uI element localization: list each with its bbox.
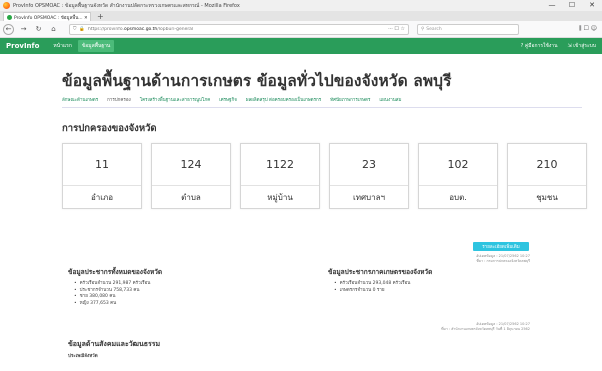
search-field[interactable]: ⚲ Search [417,23,519,35]
address-bar[interactable]: ⛉ 🔒 https://provinfo.opsmoac.go.th/lopbu… [69,23,409,35]
search-icon: ⚲ [421,26,425,32]
back-arrow-icon[interactable]: ← [3,23,14,35]
subnav-item-scenery[interactable]: ทัศนียภาพการเกษตร [330,96,370,103]
subnav-item-plans[interactable]: แผนงานสม [379,96,401,103]
login-link[interactable]: ⇲ เข้าสู่ระบบ [568,42,596,50]
population-all: ข้อมูลประชากรทั้งหมดของจังหวัด ครัวเรือน… [68,267,162,307]
stat-card-district: 11 อำเภอ [62,143,142,209]
list-item: เกษตรกรจำนวน 0 ราย [328,288,432,295]
stat-label: เทศบาลฯ [352,193,386,202]
lock-icon: 🔒 [79,26,85,32]
update-info-population: อัปเดตข้อมูล : 21/07/2562 10:27 ที่มา : … [441,322,530,332]
forward-arrow-icon[interactable]: → [18,25,29,33]
population-agri: ข้อมูลประชากรภาคเกษตรของจังหวัด ครัวเรือ… [328,267,432,294]
stat-value: 11 [63,144,141,186]
stat-cards: 11 อำเภอ 124 ตำบล 1122 หมู่บ้าน 23 เทศบา… [62,143,587,209]
browser-toolbar: ← → ↻ ⌂ ⛉ 🔒 https://provinfo.opsmoac.go.… [0,21,602,38]
stat-label: อำเภอ [90,193,114,202]
search-placeholder: Search [426,26,442,32]
site-favicon-icon [7,14,12,20]
stat-value: 1122 [241,144,319,186]
tab-strip: ProvInfo OPSMOAC : ข้อมูลพื้น... ✕ + [0,11,602,21]
url-text: https://provinfo.opsmoac.go.th/lopburi-g… [88,27,385,32]
url-domain: opsmoac.go.th [123,26,158,32]
stat-label: อบต. [449,193,467,202]
population-all-title: ข้อมูลประชากรทั้งหมดของจังหวัด [68,268,163,276]
home-icon[interactable]: ⌂ [48,25,59,33]
list-item: หญิง 377,653 คน [68,301,162,308]
stat-value: 23 [330,144,408,186]
section-tradition-subtitle: ประเพณีจังหวัด [68,354,98,359]
more-details-button[interactable]: รายละเอียดเพิ่มเติม [473,242,529,251]
window-titlebar: ProvInfo OPSMOAC : ข้อมูลพื้นฐานจังหวัด … [0,0,602,11]
url-suffix: /lopburi-general [157,26,194,32]
window-controls: — ☐ ✕ [542,0,602,11]
stat-card-village: 1122 หมู่บ้าน [240,143,320,209]
section-title: การปกครองของจังหวัด [62,123,157,134]
page-content: ข้อมูลพื้นฐานด้านการเกษตร ข้อมูลทั่วไปขอ… [62,71,587,359]
url-prefix: https://provinfo. [87,26,124,32]
stat-label: ชุมชน [536,193,558,202]
new-tab-button[interactable]: + [97,12,104,21]
toolbar-icons[interactable]: ⫼ ☐ ☺ [579,25,599,33]
shield-icon: ⛉ [73,27,77,32]
population-agri-title: ข้อมูลประชากรภาคเกษตรของจังหวัด [328,268,433,276]
stat-card-municipality: 23 เทศบาลฯ [329,143,409,209]
list-item: ครัวเรือนจำนวน 291,987 ครัวเรือน [68,281,162,288]
subnav-item-economy[interactable]: เศรษฐกิจ [219,96,237,103]
stat-value: 210 [508,144,586,186]
firefox-logo-icon [3,2,10,9]
site-header-right: ? คู่มือการใช้งาน ⇲ เข้าสู่ระบบ [521,42,596,50]
window-title: ProvInfo OPSMOAC : ข้อมูลพื้นฐานจังหวัด … [13,2,240,9]
url-actions[interactable]: ··· ☐ ☆ [388,26,405,32]
close-window-button[interactable]: ✕ [582,0,602,11]
nav-item-home[interactable]: หน้าแรก [49,40,75,52]
stat-label: หมู่บ้าน [267,193,293,202]
stat-card-community: 210 ชุมชน [507,143,587,209]
nav-item-basic-info[interactable]: ข้อมูลพื้นฐาน [77,40,115,52]
subnav-item-infrastructure[interactable]: โครงสร้างพื้นฐานและสาธารณูปโภค [140,96,211,103]
section-social-culture-title: ข้อมูลด้านสังคมและวัฒนธรรม [68,340,161,348]
site-header: ProvInfo หน้าแรก ข้อมูลพื้นฐาน ? คู่มือก… [0,38,602,54]
subnav-item-agri[interactable]: ลักษณะด้านเกษตร [62,96,98,103]
page-title: ข้อมูลพื้นฐานด้านการเกษตร ข้อมูลทั่วไปขอ… [62,72,452,90]
maximize-button[interactable]: ☐ [562,0,582,11]
stat-card-sao: 102 อบต. [418,143,498,209]
subnav-item-governance[interactable]: การปกครอง [107,96,131,103]
stat-value: 124 [152,144,230,186]
stat-value: 102 [419,144,497,186]
update-info-governance: อัปเดตข้อมูล : 21/07/2562 10:27 ที่มา : … [476,254,530,264]
subnav-tabs: ลักษณะด้านเกษตร การปกครอง โครงสร้างพื้นฐ… [62,96,582,108]
site-brand[interactable]: ProvInfo [6,42,39,50]
update-source: ที่มา : สำนักงานเกษตรจังหวัดลพบุรี วันที… [441,327,530,331]
browser-tab[interactable]: ProvInfo OPSMOAC : ข้อมูลพื้น... ✕ [3,12,91,21]
update-source: ที่มา : กรมการปกครองจังหวัดลพบุรี [476,259,531,263]
manual-link[interactable]: ? คู่มือการใช้งาน [521,42,558,50]
tab-title: ProvInfo OPSMOAC : ข้อมูลพื้น... ✕ [14,15,87,21]
stat-card-subdistrict: 124 ตำบล [151,143,231,209]
site-nav: หน้าแรก ข้อมูลพื้นฐาน [49,40,115,52]
minimize-button[interactable]: — [542,0,562,11]
subnav-item-production[interactable]: ผลผลิตสรุป ต่อครอบครองเป็นเกษตรกร [246,96,321,103]
stat-label: ตำบล [181,193,201,202]
reload-icon[interactable]: ↻ [33,25,44,33]
